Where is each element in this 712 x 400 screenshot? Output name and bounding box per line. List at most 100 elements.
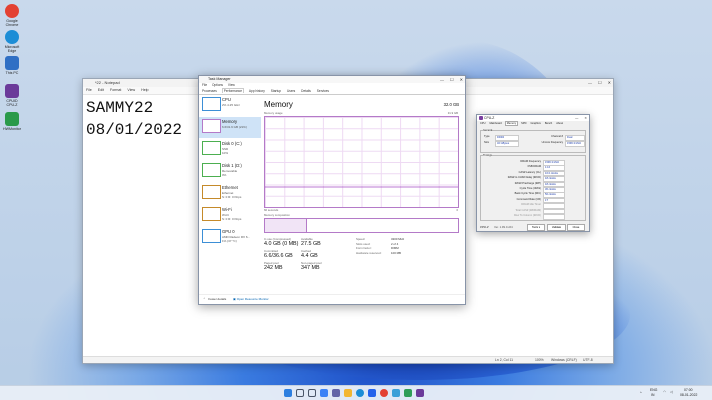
- clock-date[interactable]: 08-01-2022: [680, 393, 697, 397]
- tab-startup[interactable]: Startup: [270, 89, 282, 93]
- cpuz-tabs: CPU Mainboard Memory SPD Graphics Bench About: [477, 121, 589, 127]
- tm-titlebar[interactable]: Task Manager — ☐ ✕: [199, 76, 465, 83]
- minimize-icon[interactable]: —: [575, 116, 578, 120]
- perf-item-wi-fi[interactable]: Wi-Fi Wi-Fi S: 0 R: 0 Kbps: [199, 205, 261, 226]
- wifi-icon[interactable]: ◠: [663, 390, 666, 394]
- desktop-shortcut[interactable]: Google Chrome: [2, 4, 22, 27]
- cpuz-tab-memory[interactable]: Memory: [504, 121, 519, 126]
- cpuz-tab-cpu[interactable]: CPU: [479, 122, 486, 125]
- desktop-shortcut[interactable]: Microsoft Edge: [2, 30, 22, 53]
- perf-item-disk-1-d[interactable]: Disk 1 (D:) Removable 0%: [199, 161, 261, 182]
- chrome-icon: [5, 4, 19, 18]
- cpuz-timing-value: [543, 214, 565, 220]
- store-icon[interactable]: [368, 389, 376, 397]
- task-manager-icon[interactable]: [404, 389, 412, 397]
- menu-format[interactable]: Format: [110, 88, 121, 92]
- cpuz-window-controls: — ✕: [569, 115, 587, 121]
- hw-stat-value: 2 of 4: [391, 241, 399, 246]
- close-icon[interactable]: ✕: [608, 80, 611, 85]
- desktop-shortcut[interactable]: CPUID CPU-Z: [2, 84, 22, 107]
- close-icon[interactable]: ✕: [460, 77, 463, 82]
- chevron-up-icon[interactable]: ^: [640, 391, 642, 395]
- tab-performance[interactable]: Performance: [221, 88, 245, 93]
- perf-item-ethernet[interactable]: Ethernet Ethernet S: 0 R: 0 Kbps: [199, 183, 261, 204]
- language-indicator[interactable]: ENG: [650, 388, 657, 392]
- perf-item-memory[interactable]: Memory 6.6/31.9 GB (21%): [199, 117, 261, 138]
- close-icon[interactable]: ✕: [584, 116, 587, 120]
- fewer-details-link[interactable]: Fewer details: [208, 297, 226, 301]
- maximize-icon[interactable]: ☐: [450, 77, 454, 82]
- cpuz-uncore-label: Uncore Frequency: [541, 141, 563, 144]
- cpuz-timing-label: DRAM Frequency: [520, 160, 541, 163]
- cpu-z-icon[interactable]: [416, 389, 424, 397]
- chrome-icon[interactable]: [380, 389, 388, 397]
- tab-users[interactable]: Users: [286, 89, 296, 93]
- menu-help[interactable]: Help: [141, 88, 148, 92]
- clock-time[interactable]: 07:00: [684, 388, 693, 392]
- desktop-shortcut[interactable]: HWMonitor: [2, 112, 22, 131]
- tm-menu-file[interactable]: File: [202, 83, 207, 87]
- widgets-icon[interactable]: [320, 389, 328, 397]
- cpuz-tab-spd[interactable]: SPD: [520, 122, 527, 125]
- perf-thumbnail: [202, 163, 221, 177]
- cpuz-tab-about[interactable]: About: [555, 122, 564, 125]
- hw-stat-label: Speed:: [356, 237, 366, 241]
- tm-menu-options[interactable]: Options: [212, 83, 223, 87]
- perf-item-cpu[interactable]: CPU 2% 4.25 GHz: [199, 95, 261, 116]
- perf-thumbnail: [202, 207, 221, 221]
- cpuz-tab-graphics[interactable]: Graphics: [529, 122, 541, 125]
- tm-perf-sidebar: CPU 2% 4.25 GHz Memory 6.6/31.9 GB (21%) Dis…: [199, 95, 261, 287]
- chat-icon[interactable]: [332, 389, 340, 397]
- cpuz-close-button[interactable]: Close: [567, 224, 585, 231]
- perf-item-gpu-0[interactable]: GPU 0 AMD Radeon RX 6... 1% (37 °C): [199, 227, 261, 248]
- start-icon[interactable]: [284, 389, 292, 397]
- desktop-shortcut-label: HWMonitor: [3, 127, 21, 131]
- line-ending: Windows (CRLF): [551, 358, 577, 362]
- cpuz-titlebar[interactable]: CPU-Z — ✕: [477, 115, 589, 121]
- cpuz-icon: [5, 84, 19, 98]
- maximize-icon[interactable]: ☐: [598, 80, 602, 85]
- perf-item-detail: 2% 4.25 GHz: [222, 103, 240, 107]
- cpuz-window[interactable]: CPU-Z — ✕ CPU Mainboard Memory SPD Graphics Be…: [476, 114, 590, 232]
- cpuz-channel-label: Channel #: [551, 135, 563, 138]
- cpuz-timing-label: Bank Cycle Time (tRC): [514, 192, 541, 196]
- perf-item-disk-0-c[interactable]: Disk 0 (C:) SSD 10%: [199, 139, 261, 160]
- minimize-icon[interactable]: —: [588, 80, 592, 85]
- chevron-up-icon[interactable]: ⌃: [203, 297, 206, 301]
- task-view-icon[interactable]: [308, 389, 316, 397]
- edge-icon[interactable]: [356, 389, 364, 397]
- region-indicator[interactable]: IN: [651, 393, 654, 397]
- cpuz-tab-bench[interactable]: Bench: [544, 122, 553, 125]
- tab-app-history[interactable]: App history: [248, 89, 266, 93]
- perf-item-detail: S: 0 R: 0 Kbps: [222, 195, 242, 199]
- graph-label: Memory usage: [264, 111, 283, 115]
- perf-item-detail: 6.6/31.9 GB (21%): [222, 125, 247, 129]
- open-resource-monitor-link[interactable]: ▣ Open Resource Monitor: [233, 297, 269, 301]
- search-icon[interactable]: [296, 389, 304, 397]
- tm-menu-view[interactable]: View: [228, 83, 235, 87]
- cpuz-logo-icon: [479, 116, 483, 120]
- cpuz-validate-button[interactable]: Validate: [547, 224, 566, 231]
- tab-services[interactable]: Services: [316, 89, 330, 93]
- task-manager-window[interactable]: Task Manager — ☐ ✕ File Options View Proce…: [198, 75, 466, 305]
- file-explorer-icon[interactable]: [344, 389, 352, 397]
- desktop-shortcut[interactable]: This PC: [2, 56, 22, 75]
- cpuz-tools-button[interactable]: Tools ▾: [527, 224, 545, 231]
- tab-processes[interactable]: Processes: [201, 89, 218, 93]
- monitor-icon: ▣: [233, 297, 236, 301]
- cpuz-tab-mainboard[interactable]: Mainboard: [488, 122, 502, 125]
- cpuz-timings-label: Timings: [483, 154, 492, 157]
- notepad-icon[interactable]: [392, 389, 400, 397]
- memory-composition-bar: [264, 218, 459, 233]
- menu-file[interactable]: File: [86, 88, 92, 92]
- speaker-icon[interactable]: ◁: [670, 390, 673, 394]
- menu-edit[interactable]: Edit: [98, 88, 104, 92]
- notepad-statusbar: Ln 2, Col 11 100% Windows (CRLF) UTF-8: [83, 356, 613, 363]
- desktop-shortcut-label: Microsoft Edge: [4, 45, 20, 53]
- perf-item-name: Memory: [222, 119, 238, 124]
- tab-details[interactable]: Details: [300, 89, 312, 93]
- stat-nonpaged-pool: Non-paged pool 347 MB: [301, 261, 322, 271]
- minimize-icon[interactable]: —: [440, 77, 444, 82]
- tm-tabs: Processes Performance App history Startu…: [199, 88, 465, 95]
- menu-view[interactable]: View: [127, 88, 135, 92]
